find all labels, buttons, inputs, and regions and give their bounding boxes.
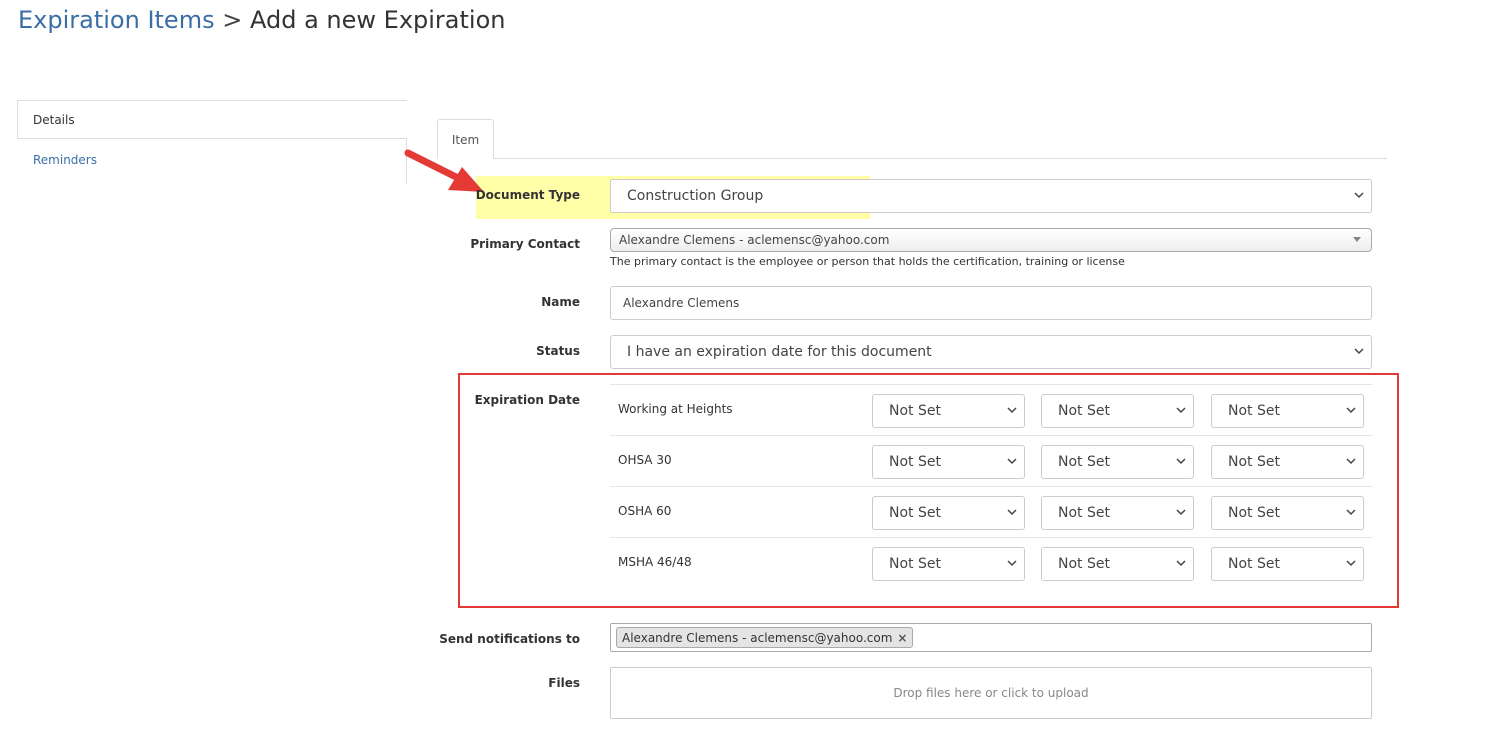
breadcrumb-current: Add a new Expiration bbox=[249, 6, 506, 34]
select-value: Not Set bbox=[1058, 505, 1110, 521]
select-value: Not Set bbox=[1058, 403, 1110, 419]
expiration-month-select[interactable]: Not Set bbox=[872, 394, 1025, 428]
chevron-down-icon bbox=[1354, 192, 1364, 199]
status-select[interactable]: I have an expiration date for this docum… bbox=[610, 335, 1372, 369]
remove-tag-icon[interactable]: × bbox=[897, 631, 907, 645]
select-value: Not Set bbox=[1228, 505, 1280, 521]
caret-down-icon bbox=[1353, 237, 1361, 242]
files-label: Files bbox=[548, 676, 580, 690]
select-value: Not Set bbox=[1058, 454, 1110, 470]
select-value: Not Set bbox=[889, 403, 941, 419]
page-title: Expiration Items > Add a new Expiration bbox=[18, 6, 505, 34]
expiration-year-select[interactable]: Not Set bbox=[1211, 445, 1364, 479]
expiration-row-name: MSHA 46/48 bbox=[618, 555, 692, 569]
expiration-day-select[interactable]: Not Set bbox=[1041, 394, 1194, 428]
expiration-row: Working at Heights Not Set Not Set Not S… bbox=[610, 384, 1372, 435]
expiration-date-label: Expiration Date bbox=[474, 393, 580, 407]
chevron-down-icon bbox=[1007, 509, 1017, 516]
expiration-row-name: OHSA 30 bbox=[618, 453, 672, 467]
expiration-row: OSHA 60 Not Set Not Set Not Set bbox=[610, 486, 1372, 537]
primary-contact-help: The primary contact is the employee or p… bbox=[610, 255, 1125, 268]
expiration-day-select[interactable]: Not Set bbox=[1041, 445, 1194, 479]
chevron-down-icon bbox=[1007, 407, 1017, 414]
document-type-select[interactable]: Construction Group bbox=[610, 179, 1372, 213]
primary-contact-select[interactable]: Alexandre Clemens - aclemensc@yahoo.com bbox=[610, 228, 1372, 252]
chevron-down-icon bbox=[1176, 509, 1186, 516]
chevron-down-icon bbox=[1346, 509, 1356, 516]
side-nav-item-label: Reminders bbox=[33, 153, 97, 167]
chevron-down-icon bbox=[1176, 560, 1186, 567]
breadcrumb-expiration-items[interactable]: Expiration Items bbox=[18, 6, 215, 34]
expiration-month-select[interactable]: Not Set bbox=[872, 496, 1025, 530]
name-input[interactable]: Alexandre Clemens bbox=[610, 286, 1372, 320]
chevron-down-icon bbox=[1176, 407, 1186, 414]
expiration-row-name: OSHA 60 bbox=[618, 504, 672, 518]
chevron-down-icon bbox=[1346, 407, 1356, 414]
side-nav-item-reminders[interactable]: Reminders bbox=[17, 146, 397, 176]
select-value: Not Set bbox=[889, 454, 941, 470]
chevron-down-icon bbox=[1354, 348, 1364, 355]
side-nav: Details Reminders bbox=[17, 100, 407, 184]
expiration-year-select[interactable]: Not Set bbox=[1211, 547, 1364, 581]
name-label: Name bbox=[541, 295, 580, 309]
notifications-input[interactable]: Alexandre Clemens - aclemensc@yahoo.com × bbox=[610, 623, 1372, 652]
recipient-tag: Alexandre Clemens - aclemensc@yahoo.com × bbox=[616, 627, 914, 648]
chevron-down-icon bbox=[1007, 560, 1017, 567]
expiration-day-select[interactable]: Not Set bbox=[1041, 547, 1194, 581]
side-nav-item-label: Details bbox=[33, 113, 75, 127]
recipient-tag-label: Alexandre Clemens - aclemensc@yahoo.com bbox=[622, 631, 893, 645]
breadcrumb-separator: > bbox=[222, 6, 243, 34]
expiration-month-select[interactable]: Not Set bbox=[872, 445, 1025, 479]
select-value: Not Set bbox=[1058, 556, 1110, 572]
chevron-down-icon bbox=[1176, 458, 1186, 465]
expiration-day-select[interactable]: Not Set bbox=[1041, 496, 1194, 530]
expiration-row: MSHA 46/48 Not Set Not Set Not Set bbox=[610, 537, 1372, 588]
chevron-down-icon bbox=[1007, 458, 1017, 465]
select-value: Not Set bbox=[1228, 556, 1280, 572]
chevron-down-icon bbox=[1346, 560, 1356, 567]
primary-contact-label: Primary Contact bbox=[470, 237, 580, 251]
expiration-year-select[interactable]: Not Set bbox=[1211, 496, 1364, 530]
dropzone-placeholder: Drop files here or click to upload bbox=[893, 686, 1089, 700]
notifications-label: Send notifications to bbox=[439, 632, 580, 646]
primary-contact-value: Alexandre Clemens - aclemensc@yahoo.com bbox=[619, 233, 890, 247]
select-value: Not Set bbox=[889, 505, 941, 521]
document-type-label: Document Type bbox=[475, 188, 580, 202]
chevron-down-icon bbox=[1346, 458, 1356, 465]
expiration-row-name: Working at Heights bbox=[618, 402, 733, 416]
status-label: Status bbox=[536, 344, 580, 358]
document-type-value: Construction Group bbox=[627, 188, 764, 204]
tabs-underline bbox=[437, 158, 1387, 159]
select-value: Not Set bbox=[889, 556, 941, 572]
status-value: I have an expiration date for this docum… bbox=[627, 344, 932, 360]
select-value: Not Set bbox=[1228, 454, 1280, 470]
expiration-month-select[interactable]: Not Set bbox=[872, 547, 1025, 581]
name-value: Alexandre Clemens bbox=[623, 296, 740, 310]
expiration-row: OHSA 30 Not Set Not Set Not Set bbox=[610, 435, 1372, 486]
select-value: Not Set bbox=[1228, 403, 1280, 419]
file-dropzone[interactable]: Drop files here or click to upload bbox=[610, 667, 1372, 719]
expiration-year-select[interactable]: Not Set bbox=[1211, 394, 1364, 428]
side-nav-item-details[interactable]: Details bbox=[17, 100, 407, 139]
